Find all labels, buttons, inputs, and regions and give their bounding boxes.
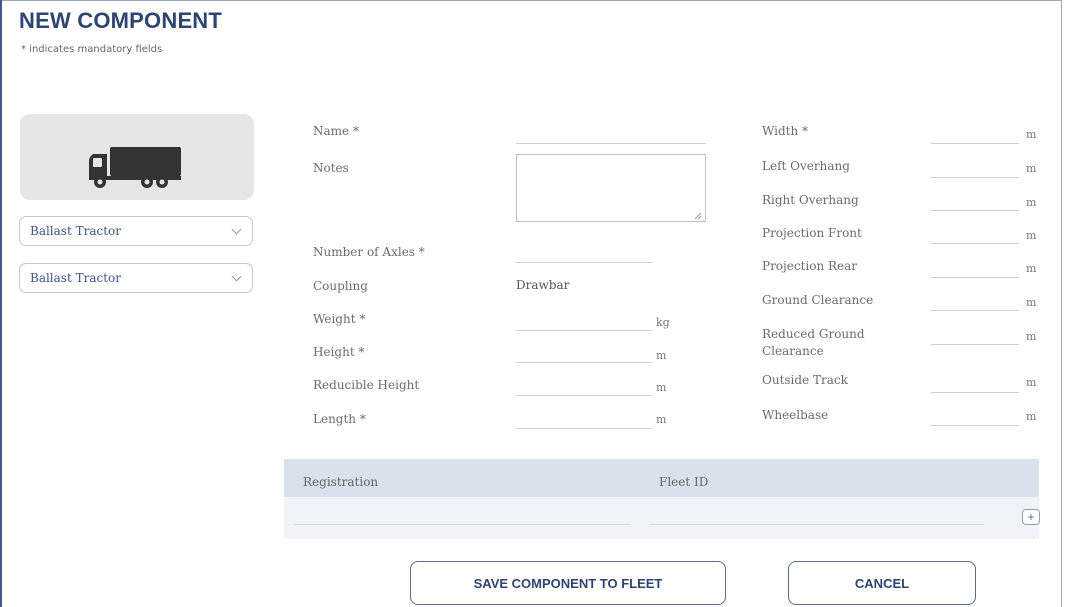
wheelbase-label: Wheelbase <box>762 408 829 422</box>
vehicle-type-value: Ballast Tractor <box>30 224 121 238</box>
mandatory-fields-note: * indicates mandatory fields <box>21 44 163 55</box>
weight-label: Weight * <box>313 312 366 326</box>
axles-label: Number of Axles * <box>313 245 425 259</box>
name-input[interactable] <box>516 143 706 144</box>
outside-track-unit: m <box>1026 376 1037 389</box>
length-unit: m <box>656 413 667 426</box>
width-input[interactable] <box>931 143 1019 144</box>
save-component-button[interactable]: SAVE COMPONENT TO FLEET <box>410 561 726 605</box>
name-label: Name * <box>313 124 359 138</box>
projection-rear-input[interactable] <box>931 277 1019 278</box>
window-top-border <box>0 0 1062 1</box>
window-left-border <box>0 0 2 607</box>
truck-icon <box>89 147 181 188</box>
reducible-height-unit: m <box>656 381 667 394</box>
fleet-id-input[interactable] <box>649 524 984 525</box>
reduced-ground-clearance-unit: m <box>1026 330 1037 343</box>
registration-column-header: Registration <box>303 475 379 489</box>
notes-textarea[interactable] <box>516 154 706 222</box>
fleet-id-column-header: Fleet ID <box>659 475 709 489</box>
length-label: Length * <box>313 412 366 426</box>
reduced-ground-clearance-input[interactable] <box>931 344 1019 345</box>
projection-front-input[interactable] <box>931 243 1019 244</box>
weight-unit: kg <box>656 316 670 329</box>
coupling-label: Coupling <box>313 279 368 293</box>
height-unit: m <box>656 349 667 362</box>
wheelbase-input[interactable] <box>931 425 1019 426</box>
height-input[interactable] <box>516 362 652 363</box>
length-input[interactable] <box>516 428 652 429</box>
left-overhang-label: Left Overhang <box>762 159 850 173</box>
registration-input[interactable] <box>294 524 631 525</box>
cancel-button[interactable]: CANCEL <box>788 561 976 605</box>
right-overhang-unit: m <box>1026 196 1037 209</box>
projection-front-unit: m <box>1026 229 1037 242</box>
width-unit: m <box>1026 128 1037 141</box>
vehicle-type-select[interactable]: Ballast Tractor <box>19 216 253 246</box>
left-overhang-input[interactable] <box>931 177 1019 178</box>
registration-table-header: Registration Fleet ID <box>284 459 1039 497</box>
ground-clearance-label: Ground Clearance <box>762 293 874 307</box>
coupling-value: Drawbar <box>516 278 570 292</box>
reduced-ground-clearance-label: Reduced Ground Clearance <box>762 327 865 358</box>
window-right-border <box>1061 0 1062 607</box>
weight-input[interactable] <box>516 330 652 331</box>
axles-input[interactable] <box>516 262 652 263</box>
outside-track-input[interactable] <box>931 392 1019 393</box>
height-label: Height * <box>313 345 365 359</box>
vehicle-image-card <box>20 114 254 200</box>
ground-clearance-unit: m <box>1026 296 1037 309</box>
left-overhang-unit: m <box>1026 162 1037 175</box>
vehicle-subtype-select[interactable]: Ballast Tractor <box>19 263 253 293</box>
projection-rear-unit: m <box>1026 262 1037 275</box>
width-label: Width * <box>762 124 809 138</box>
projection-front-label: Projection Front <box>762 226 862 240</box>
chevron-down-icon <box>231 271 242 282</box>
chevron-down-icon <box>231 224 242 235</box>
right-overhang-input[interactable] <box>931 210 1019 211</box>
right-overhang-label: Right Overhang <box>762 193 859 207</box>
notes-label: Notes <box>313 161 349 175</box>
registration-table-row <box>284 497 1039 539</box>
vehicle-subtype-value: Ballast Tractor <box>30 271 121 285</box>
page-title: NEW COMPONENT <box>19 8 223 33</box>
reducible-height-input[interactable] <box>516 395 652 396</box>
reducible-height-label: Reducible Height <box>313 378 420 392</box>
projection-rear-label: Projection Rear <box>762 259 858 273</box>
add-registration-button[interactable]: + <box>1022 509 1040 525</box>
wheelbase-unit: m <box>1026 410 1037 423</box>
ground-clearance-input[interactable] <box>931 310 1019 311</box>
outside-track-label: Outside Track <box>762 373 848 387</box>
resize-grip-icon[interactable] <box>694 212 702 220</box>
